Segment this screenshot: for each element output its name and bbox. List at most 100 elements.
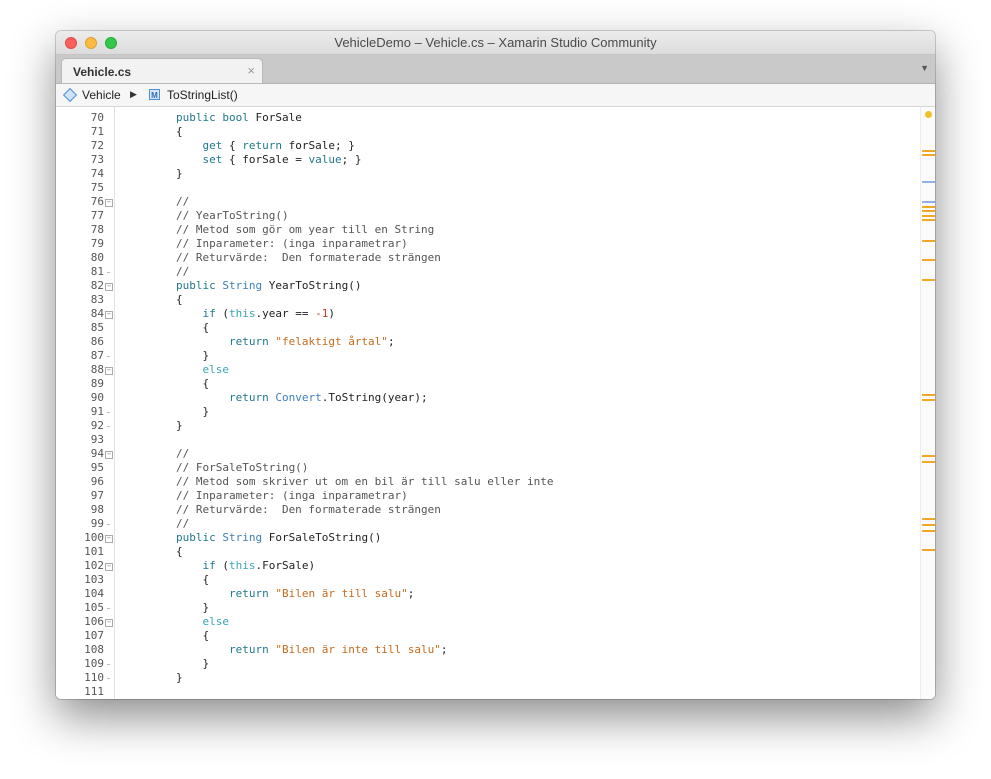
close-tab-icon[interactable]: ×	[247, 63, 255, 78]
code-token: {	[123, 573, 210, 586]
code-text-area[interactable]: public bool ForSale { get { return forSa…	[115, 107, 920, 699]
code-token: public	[175, 111, 216, 124]
tab-label: Vehicle.cs	[73, 65, 132, 79]
gutter-line: 84−	[56, 307, 114, 321]
code-line[interactable]: {	[115, 293, 920, 307]
overview-marker[interactable]	[922, 215, 935, 217]
overview-marker[interactable]	[922, 219, 935, 221]
code-token: value	[308, 153, 342, 166]
code-token: }	[123, 419, 183, 432]
code-token: ;	[387, 335, 395, 348]
overview-marker[interactable]	[922, 530, 935, 532]
code-line[interactable]: public String YearToString()	[115, 279, 920, 293]
overview-marker[interactable]	[922, 181, 935, 183]
tab-list-dropdown-icon[interactable]: ▼	[920, 63, 929, 73]
code-line[interactable]: else	[115, 615, 920, 629]
code-line[interactable]: get { return forSale; }	[115, 139, 920, 153]
overview-marker[interactable]	[922, 201, 935, 203]
code-line[interactable]: }	[115, 167, 920, 181]
code-line[interactable]: public String ForSaleToString()	[115, 531, 920, 545]
code-line[interactable]: if (this.year == -1)	[115, 307, 920, 321]
overview-marker[interactable]	[922, 524, 935, 526]
gutter-line: 83	[56, 293, 114, 307]
code-line[interactable]: {	[115, 321, 920, 335]
overview-marker[interactable]	[922, 210, 935, 212]
line-number: 93	[90, 433, 104, 446]
code-line[interactable]: // Metod som skriver ut om en bil är til…	[115, 475, 920, 489]
fold-toggle-icon[interactable]: −	[105, 283, 113, 291]
line-number: 109	[84, 657, 104, 670]
code-token: forSale; }	[281, 139, 355, 152]
code-line[interactable]: // Inparameter: (inga inparametrar)	[115, 237, 920, 251]
overview-marker[interactable]	[922, 455, 935, 457]
overview-marker[interactable]	[922, 279, 935, 281]
code-line[interactable]: }	[115, 419, 920, 433]
code-line[interactable]: set { forSale = value; }	[115, 153, 920, 167]
code-line[interactable]: //	[115, 447, 920, 461]
overview-marker[interactable]	[922, 549, 935, 551]
tab-vehicle-cs[interactable]: Vehicle.cs ×	[62, 59, 262, 83]
code-line[interactable]: // Returvärde: Den formaterade strängen	[115, 251, 920, 265]
code-line[interactable]: // Inparameter: (inga inparametrar)	[115, 489, 920, 503]
line-number: 75	[90, 181, 104, 194]
overview-ruler[interactable]	[920, 107, 935, 699]
fold-toggle-icon[interactable]: −	[105, 563, 113, 571]
code-line[interactable]: }	[115, 405, 920, 419]
document-tab-bar: Vehicle.cs × ▼	[56, 55, 935, 84]
line-number-gutter[interactable]: 70 71 72 73 74 75 76−77 78 79 80 81 82−83 84−85 86 87 8…	[56, 107, 115, 699]
code-line[interactable]: else	[115, 363, 920, 377]
code-line[interactable]	[115, 433, 920, 447]
code-token: //	[123, 447, 190, 460]
code-line[interactable]: //	[115, 195, 920, 209]
code-line[interactable]: {	[115, 377, 920, 391]
code-line[interactable]: }	[115, 349, 920, 363]
code-line[interactable]: return Convert.ToString(year);	[115, 391, 920, 405]
code-line[interactable]: }	[115, 657, 920, 671]
fold-toggle-icon[interactable]: −	[105, 619, 113, 627]
code-line[interactable]: {	[115, 125, 920, 139]
line-number: 80	[90, 251, 104, 264]
fold-toggle-icon[interactable]: −	[105, 535, 113, 543]
code-line[interactable]: public bool ForSale	[115, 111, 920, 125]
breadcrumb-class[interactable]: Vehicle	[82, 88, 121, 102]
code-token: .year ==	[255, 307, 316, 320]
line-number: 72	[90, 139, 104, 152]
code-line[interactable]: // Returvärde: Den formaterade strängen	[115, 503, 920, 517]
overview-marker[interactable]	[922, 206, 935, 208]
fold-toggle-icon[interactable]: −	[105, 451, 113, 459]
code-line[interactable]: return "Bilen är inte till salu";	[115, 643, 920, 657]
gutter-line: 78	[56, 223, 114, 237]
code-line[interactable]: return "felaktigt årtal";	[115, 335, 920, 349]
fold-toggle-icon[interactable]: −	[105, 199, 113, 207]
code-line[interactable]	[115, 685, 920, 699]
code-line[interactable]: // YearToString()	[115, 209, 920, 223]
code-line[interactable]: // ForSaleToString()	[115, 461, 920, 475]
code-editor[interactable]: 70 71 72 73 74 75 76−77 78 79 80 81 82−83 84−85 86 87 8…	[56, 107, 935, 699]
code-line[interactable]: {	[115, 573, 920, 587]
code-line[interactable]: // Metod som gör om year till en String	[115, 223, 920, 237]
code-line[interactable]: }	[115, 671, 920, 685]
code-line[interactable]: return "Bilen är till salu";	[115, 587, 920, 601]
code-line[interactable]: if (this.ForSale)	[115, 559, 920, 573]
overview-marker[interactable]	[922, 394, 935, 396]
code-line[interactable]	[115, 181, 920, 195]
code-line[interactable]: {	[115, 545, 920, 559]
overview-marker[interactable]	[922, 461, 935, 463]
overview-marker[interactable]	[922, 518, 935, 520]
overview-marker[interactable]	[922, 154, 935, 156]
fold-toggle-icon[interactable]: −	[105, 367, 113, 375]
code-line[interactable]: //	[115, 517, 920, 531]
code-line[interactable]: }	[115, 601, 920, 615]
code-line-text: // Inparameter: (inga inparametrar)	[123, 489, 408, 503]
overview-marker[interactable]	[922, 259, 935, 261]
overview-marker[interactable]	[922, 150, 935, 152]
code-line[interactable]: {	[115, 629, 920, 643]
overview-marker[interactable]	[922, 240, 935, 242]
breadcrumb-method[interactable]: ToStringList()	[167, 88, 238, 102]
fold-toggle-icon[interactable]: −	[105, 311, 113, 319]
overview-marker[interactable]	[922, 399, 935, 401]
code-line[interactable]: //	[115, 265, 920, 279]
code-token: // Metod som gör om year till en String	[123, 223, 435, 236]
gutter-line: 72	[56, 139, 114, 153]
